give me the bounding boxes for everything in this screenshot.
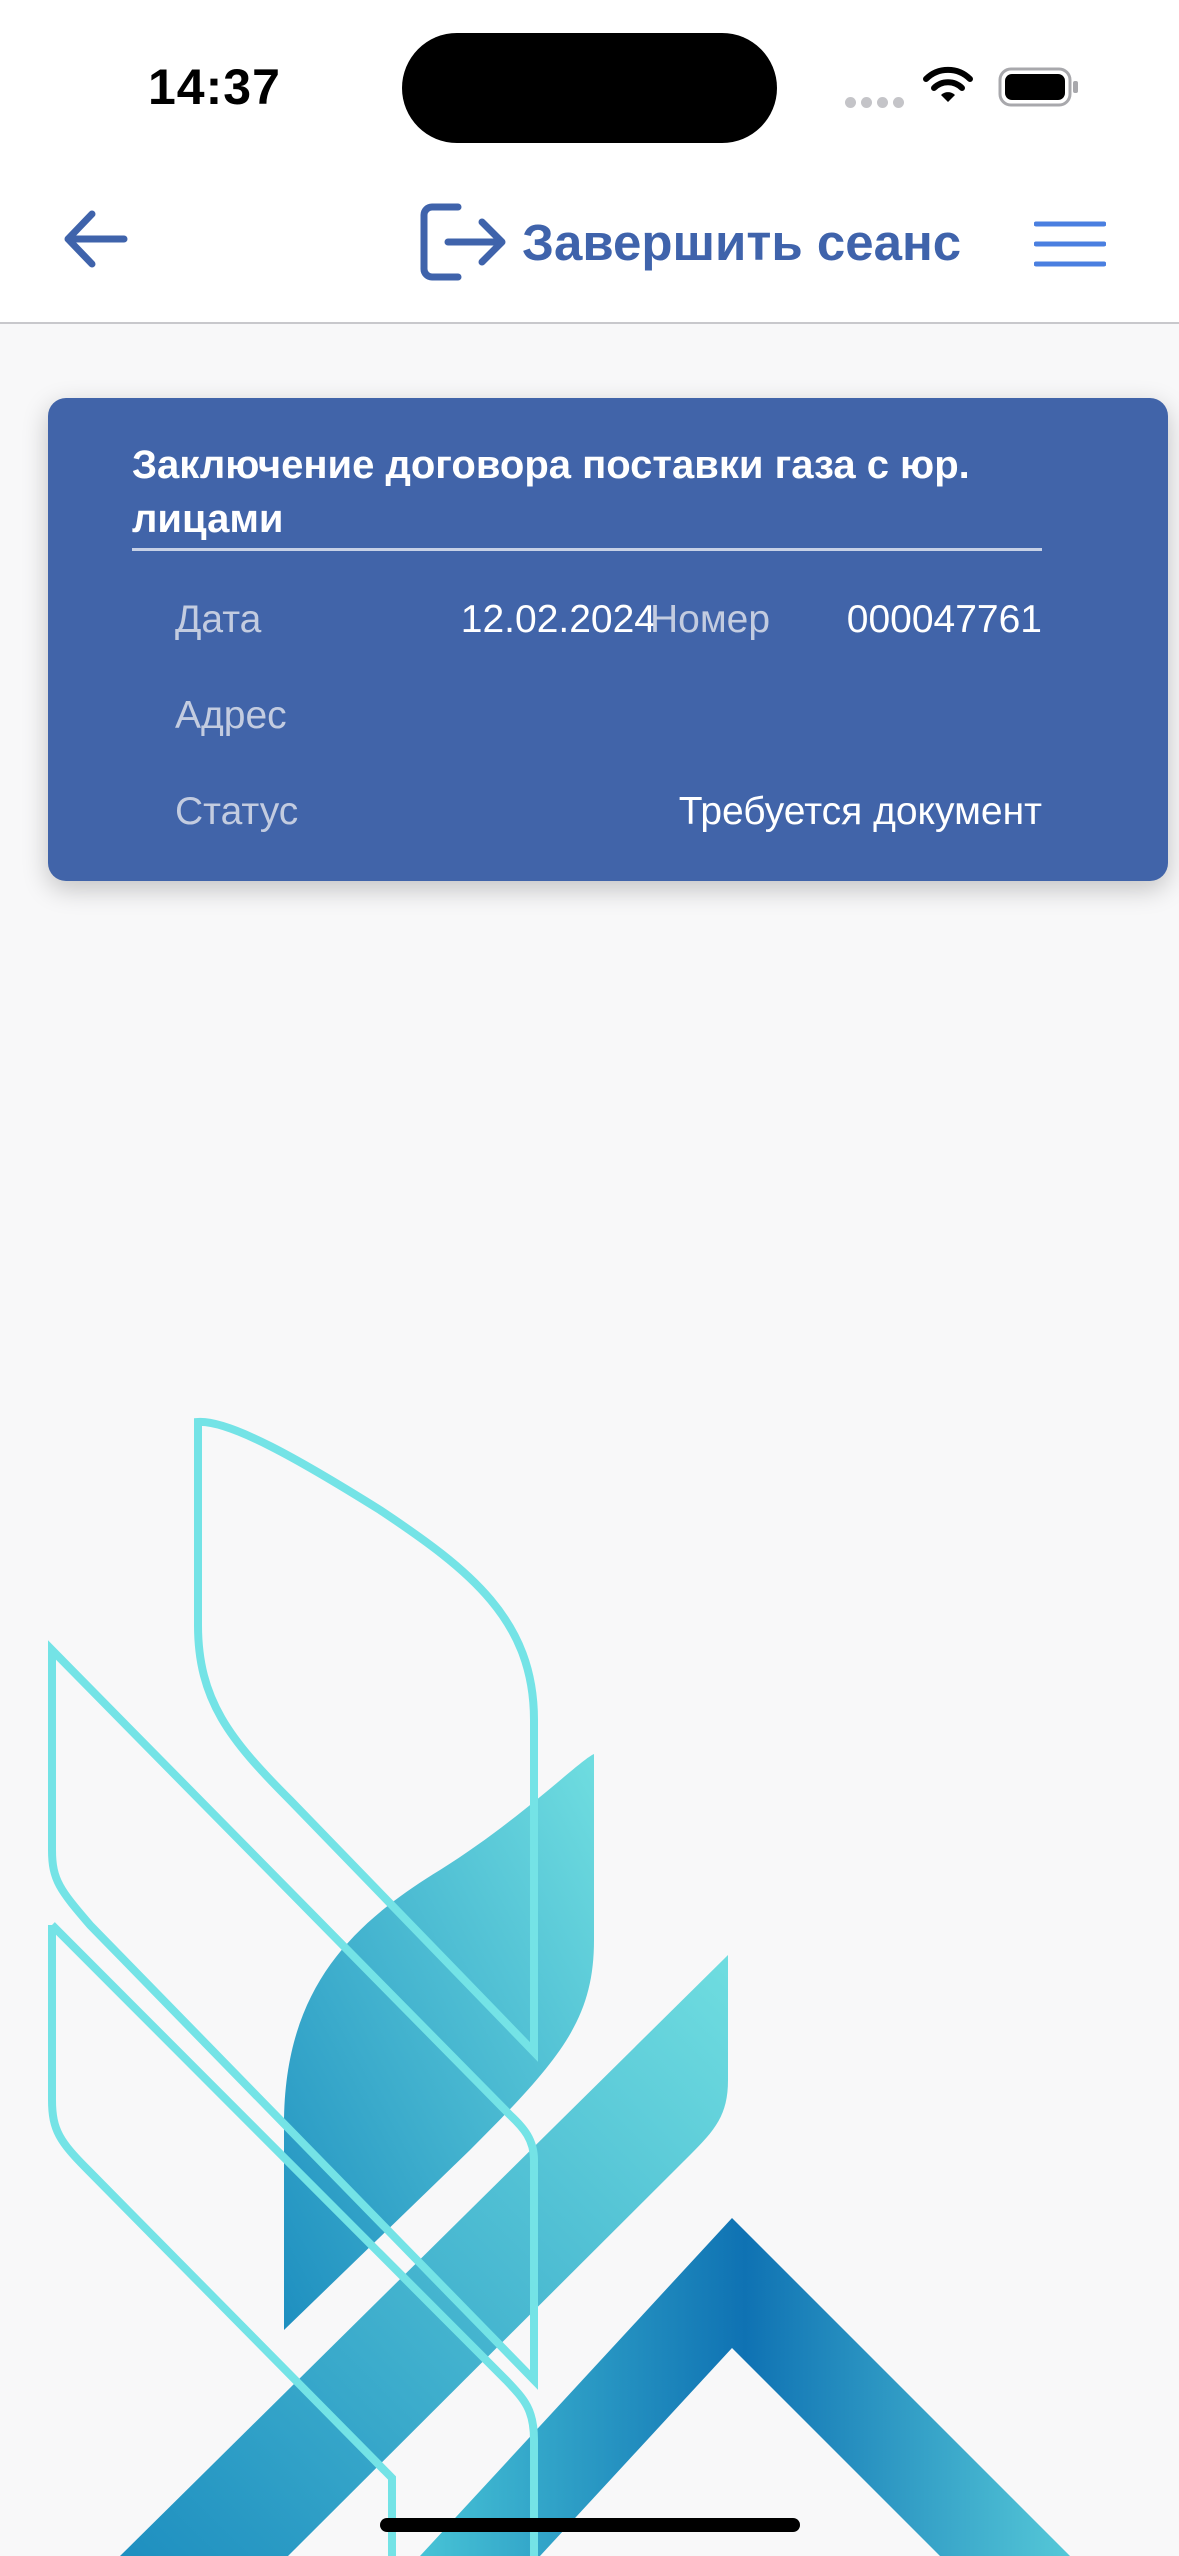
logout-icon [420, 203, 506, 281]
menu-button[interactable] [1032, 206, 1108, 282]
number-value: 000047761 [846, 598, 1042, 641]
back-button[interactable] [50, 194, 140, 284]
card-divider [132, 548, 1042, 551]
gas-flame-logo-illustration [48, 1417, 1070, 2556]
address-label: Адрес [175, 694, 287, 737]
home-indicator [380, 2518, 800, 2532]
wifi-icon [923, 66, 973, 102]
number-label: Номер [650, 598, 771, 641]
arrow-left-icon [64, 210, 128, 268]
status-value: Требуется документ [678, 790, 1042, 833]
status-bar: 14:37 [0, 0, 1179, 170]
card-title: Заключение договора поставки газа с юр. … [132, 443, 970, 541]
date-label: Дата [175, 598, 262, 641]
dynamic-island [402, 33, 777, 143]
battery-icon [998, 67, 1078, 107]
signal-dots-icon [845, 95, 909, 113]
logout-label: Завершить сеанс [522, 213, 962, 271]
date-value: 12.02.2024 [460, 598, 656, 641]
status-time: 14:37 [148, 59, 281, 115]
logout-button[interactable]: Завершить сеанс [418, 192, 961, 292]
application-card[interactable]: Заключение договора поставки газа с юр. … [48, 398, 1168, 881]
status-label: Статус [175, 790, 299, 833]
menu-icon [1034, 221, 1106, 267]
app-header: Завершить сеанс [0, 170, 1179, 324]
